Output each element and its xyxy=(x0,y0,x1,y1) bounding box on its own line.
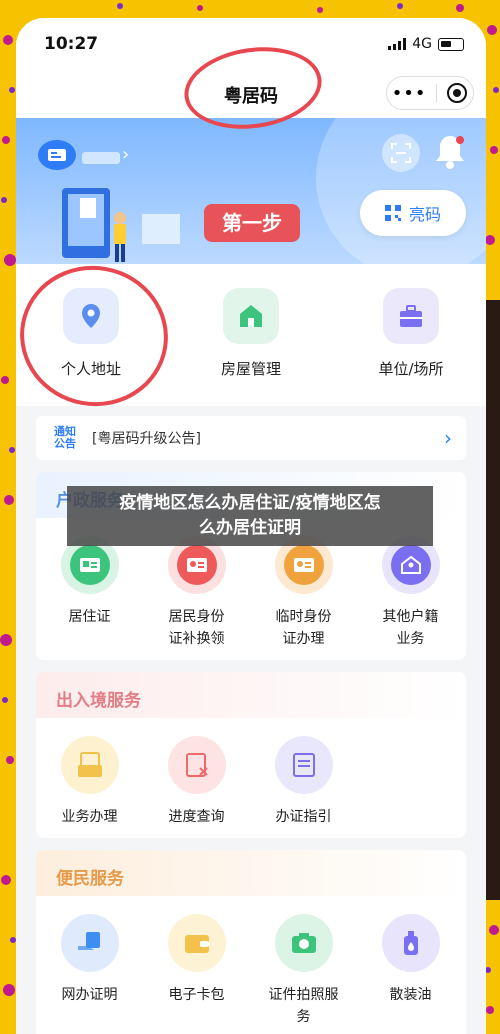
signal-icon xyxy=(388,38,407,50)
illustration-graphic xyxy=(62,188,180,262)
quick-action-work-place[interactable]: 单位/场所 xyxy=(341,288,481,379)
service-business-handling[interactable]: 业务办理 xyxy=(36,736,143,828)
doc-x-icon xyxy=(167,736,226,794)
service-label: 证补换领 xyxy=(168,631,225,647)
service-label: 网办证明 xyxy=(61,987,118,1003)
service-label: 证办理 xyxy=(282,631,325,647)
house-icon xyxy=(223,288,279,344)
service-label: 业务 xyxy=(396,631,425,647)
bright-code-button[interactable]: 亮码 xyxy=(360,190,466,236)
mini-program-capsule: ••• xyxy=(386,76,474,110)
notice-badge: 通知 公告 xyxy=(50,426,80,450)
wallet-icon xyxy=(167,914,226,972)
service-label: 居民身份 xyxy=(168,609,225,625)
hand-doc-icon xyxy=(60,914,119,972)
close-target-icon[interactable] xyxy=(446,82,468,104)
bell-icon[interactable] xyxy=(432,132,468,172)
status-time: 10:27 xyxy=(44,34,99,54)
quick-action-personal-address[interactable]: 个人地址 xyxy=(21,288,161,379)
service-temporary-id[interactable]: 临时身份 证办理 xyxy=(250,536,357,650)
inbox-icon xyxy=(60,736,119,794)
service-other-household[interactable]: 其他户籍 业务 xyxy=(357,536,464,650)
caption-line: 疫情地区怎么办居住证/疫情地区怎 xyxy=(119,493,381,513)
service-label: 居住证 xyxy=(68,609,111,625)
camera-icon xyxy=(274,914,333,972)
location-icon xyxy=(63,288,119,344)
notice-text: [粤居码升级公告] xyxy=(92,431,201,447)
service-bulk-oil[interactable]: 散装油 xyxy=(357,914,464,1006)
quick-action-label: 个人地址 xyxy=(60,360,121,378)
notice-bar[interactable]: 通知 公告 [粤居码升级公告] › xyxy=(36,416,466,460)
service-label: 业务办理 xyxy=(61,809,118,825)
caption-line: 么办居住证明 xyxy=(199,518,301,538)
bright-code-label: 亮码 xyxy=(408,205,441,224)
quick-actions: 个人地址 房屋管理 单位/场所 xyxy=(16,264,486,406)
service-label: 办证指引 xyxy=(275,809,332,825)
service-residence-permit[interactable]: 居住证 xyxy=(36,536,143,628)
banner: › 第一步 亮码 xyxy=(16,118,486,264)
nav-bar: 粤居码 ••• xyxy=(16,74,486,118)
more-icon[interactable]: ••• xyxy=(392,83,427,104)
first-step-badge: 第一步 xyxy=(204,204,300,242)
service-id-photo[interactable]: 证件拍照服务 xyxy=(250,914,357,1028)
battery-icon xyxy=(438,37,464,51)
service-label: 临时身份 xyxy=(275,609,332,625)
status-bar: 10:27 4G xyxy=(16,18,486,74)
quick-action-house-management[interactable]: 房屋管理 xyxy=(181,288,321,379)
service-label: 电子卡包 xyxy=(168,987,225,1003)
quick-action-label: 房屋管理 xyxy=(220,360,281,378)
notice-badge-line: 公告 xyxy=(54,437,76,450)
scan-icon xyxy=(391,143,411,163)
service-progress-query[interactable]: 进度查询 xyxy=(143,736,250,828)
oil-bottle-icon xyxy=(381,914,440,972)
article-caption-overlay: 疫情地区怎么办居住证/疫情地区怎 么办居住证明 xyxy=(67,486,433,546)
qr-code-icon xyxy=(384,205,401,221)
service-label: 进度查询 xyxy=(168,809,225,825)
user-name-masked xyxy=(82,152,120,164)
briefcase-icon xyxy=(383,288,439,344)
network-label: 4G xyxy=(412,36,432,52)
service-id-card-replacement[interactable]: 居民身份 证补换领 xyxy=(143,536,250,650)
user-id-icon[interactable] xyxy=(38,140,76,170)
service-label: 散装油 xyxy=(389,987,432,1003)
chevron-right-icon[interactable]: › xyxy=(122,144,129,165)
service-e-wallet[interactable]: 电子卡包 xyxy=(143,914,250,1006)
service-label: 证件拍照服 xyxy=(268,987,339,1003)
quick-action-label: 单位/场所 xyxy=(378,360,444,378)
capsule-divider xyxy=(435,84,437,102)
service-online-certificate[interactable]: 网办证明 xyxy=(36,914,143,1006)
service-grid: 网办证明 电子卡包 证件拍照服务 散装油 xyxy=(36,896,466,1034)
entry-exit-services-card: 出入境服务 业务办理 进度查询 办证指引 xyxy=(36,672,466,838)
status-indicators: 4G xyxy=(388,36,464,52)
service-grid: 业务办理 进度查询 办证指引 xyxy=(36,718,466,838)
service-guide[interactable]: 办证指引 xyxy=(250,736,357,828)
section-title: 便民服务 xyxy=(36,850,466,896)
scan-button[interactable] xyxy=(382,134,420,172)
section-title: 出入境服务 xyxy=(36,672,466,718)
chevron-right-icon: › xyxy=(444,426,452,450)
service-label: 其他户籍 xyxy=(382,609,439,625)
guide-icon xyxy=(274,736,333,794)
service-label: 务 xyxy=(296,1009,311,1025)
convenience-services-card: 便民服务 网办证明 电子卡包 证件拍照服务 散装油 xyxy=(36,850,466,1034)
